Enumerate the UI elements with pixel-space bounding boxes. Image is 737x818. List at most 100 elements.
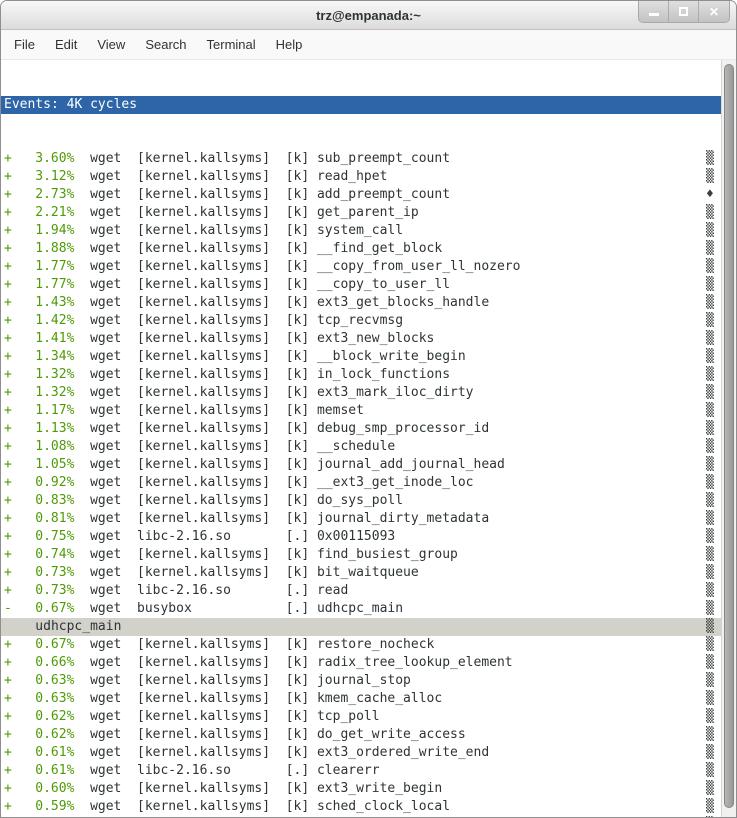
command-name: wget (90, 402, 121, 420)
expand-toggle: + (4, 690, 12, 708)
overhead-percent: 2.73% (12, 186, 75, 204)
perf-row[interactable]: +0.62%wget[kernel.kallsyms][k]tcp_poll▒ (1, 708, 721, 726)
perf-row[interactable]: +0.66%wget[kernel.kallsyms][k]radix_tree… (1, 654, 721, 672)
overhead-percent: 1.41% (12, 330, 75, 348)
menu-item-terminal[interactable]: Terminal (197, 32, 266, 57)
perf-row[interactable]: +1.32%wget[kernel.kallsyms][k]ext3_mark_… (1, 384, 721, 402)
tui-scroll-shade-icon: ▒ (706, 294, 714, 312)
perf-row[interactable]: +2.73%wget[kernel.kallsyms][k]add_preemp… (1, 186, 721, 204)
shared-object-name: [kernel.kallsyms] (137, 654, 270, 672)
perf-row[interactable]: -0.67%wgetbusybox[.]udhcpc_main▒ (1, 600, 721, 618)
symbol-type: [k] (286, 276, 309, 294)
perf-row[interactable]: +0.83%wget[kernel.kallsyms][k]do_sys_pol… (1, 492, 721, 510)
scrollbar-thumb[interactable] (724, 64, 734, 808)
perf-row[interactable]: +0.92%wget[kernel.kallsyms][k]__ext3_get… (1, 474, 721, 492)
expand-toggle: + (4, 312, 12, 330)
command-name: wget (90, 474, 121, 492)
perf-row[interactable]: +1.43%wget[kernel.kallsyms][k]ext3_get_b… (1, 294, 721, 312)
command-name: wget (90, 654, 121, 672)
expand-toggle: + (4, 366, 12, 384)
perf-row[interactable]: +2.21%wget[kernel.kallsyms][k]get_parent… (1, 204, 721, 222)
perf-row[interactable]: +0.73%wget[kernel.kallsyms][k]bit_waitqu… (1, 564, 721, 582)
symbol-name: sub_preempt_count (317, 150, 450, 168)
perf-row[interactable]: +3.12%wget[kernel.kallsyms][k]read_hpet▒ (1, 168, 721, 186)
overhead-percent: 1.13% (12, 420, 75, 438)
symbol-type: [k] (286, 708, 309, 726)
overhead-percent: 1.17% (12, 402, 75, 420)
perf-row[interactable]: +1.34%wget[kernel.kallsyms][k]__block_wr… (1, 348, 721, 366)
scrollbar-track[interactable] (721, 60, 736, 817)
perf-row[interactable]: +0.75%wgetlibc-2.16.so[.]0x00115093▒ (1, 528, 721, 546)
overhead-percent: 0.81% (12, 510, 75, 528)
symbol-name: journal_stop (317, 672, 411, 690)
command-name: wget (90, 726, 121, 744)
expand-toggle: + (4, 150, 12, 168)
perf-row[interactable]: +0.62%wget[kernel.kallsyms][k]do_get_wri… (1, 726, 721, 744)
tui-scroll-shade-icon: ▒ (706, 744, 714, 762)
window-title: trz@empanada:~ (316, 8, 421, 23)
perf-row[interactable]: +1.42%wget[kernel.kallsyms][k]tcp_recvms… (1, 312, 721, 330)
perf-row[interactable]: +0.60%wget[kernel.kallsyms][k]ext3_write… (1, 780, 721, 798)
perf-row[interactable]: +1.08%wget[kernel.kallsyms][k]__schedule… (1, 438, 721, 456)
shared-object-name: libc-2.16.so (137, 582, 270, 600)
shared-object-name: [kernel.kallsyms] (137, 312, 270, 330)
tui-scroll-shade-icon: ▒ (706, 456, 714, 474)
perf-row[interactable]: +0.59%wget[kernel.kallsyms][k]sched_cloc… (1, 798, 721, 816)
menu-item-edit[interactable]: Edit (45, 32, 87, 57)
shared-object-name: [kernel.kallsyms] (137, 708, 270, 726)
perf-events-header: Events: 4K cycles (1, 96, 721, 114)
menu-item-search[interactable]: Search (135, 32, 196, 57)
tui-scroll-shade-icon: ▒ (706, 474, 714, 492)
perf-row[interactable]: +1.17%wget[kernel.kallsyms][k]memset▒ (1, 402, 721, 420)
perf-row[interactable]: +0.74%wget[kernel.kallsyms][k]find_busie… (1, 546, 721, 564)
command-name: wget (90, 258, 121, 276)
title-bar[interactable]: trz@empanada:~ ✕ (1, 1, 736, 30)
perf-row[interactable]: +0.67%wget[kernel.kallsyms][k]restore_no… (1, 636, 721, 654)
expand-toggle: + (4, 654, 12, 672)
menu-item-view[interactable]: View (87, 32, 135, 57)
perf-tui: Events: 4K cycles +3.60%wget[kernel.kall… (1, 60, 721, 817)
expand-toggle: + (4, 708, 12, 726)
overhead-percent: 0.60% (12, 780, 75, 798)
menu-item-file[interactable]: File (4, 32, 45, 57)
tui-scroll-shade-icon: ▒ (706, 780, 714, 798)
menu-item-help[interactable]: Help (266, 32, 313, 57)
expand-toggle: + (4, 330, 12, 348)
maximize-button[interactable] (669, 1, 699, 22)
perf-row[interactable]: +1.32%wget[kernel.kallsyms][k]in_lock_fu… (1, 366, 721, 384)
tui-scroll-shade-icon: ▒ (706, 312, 714, 330)
minimize-button[interactable] (639, 1, 669, 22)
perf-row[interactable]: +1.94%wget[kernel.kallsyms][k]system_cal… (1, 222, 721, 240)
expand-toggle: + (4, 168, 12, 186)
symbol-type: [k] (286, 438, 309, 456)
perf-row[interactable]: +3.60%wget[kernel.kallsyms][k]sub_preemp… (1, 150, 721, 168)
perf-row[interactable]: +1.41%wget[kernel.kallsyms][k]ext3_new_b… (1, 330, 721, 348)
perf-row[interactable]: +0.61%wgetlibc-2.16.so[.]clearerr▒ (1, 762, 721, 780)
command-name: wget (90, 780, 121, 798)
symbol-name: radix_tree_lookup_element (317, 654, 513, 672)
overhead-percent: 0.62% (12, 726, 75, 744)
perf-row[interactable]: +1.88%wget[kernel.kallsyms][k]__find_get… (1, 240, 721, 258)
symbol-name: kmem_cache_alloc (317, 690, 442, 708)
shared-object-name: [kernel.kallsyms] (137, 330, 270, 348)
command-name: wget (90, 348, 121, 366)
perf-row-selected[interactable]: udhcpc_main▒ (1, 618, 721, 636)
symbol-name: __copy_to_user_ll (317, 276, 450, 294)
perf-row[interactable]: +0.63%wget[kernel.kallsyms][k]kmem_cache… (1, 690, 721, 708)
tui-scroll-shade-icon: ▒ (706, 582, 714, 600)
symbol-type: [k] (286, 690, 309, 708)
close-button[interactable]: ✕ (699, 1, 729, 22)
shared-object-name: [kernel.kallsyms] (137, 420, 270, 438)
perf-row[interactable]: +1.77%wget[kernel.kallsyms][k]__copy_to_… (1, 276, 721, 294)
perf-row[interactable]: +0.63%wget[kernel.kallsyms][k]journal_st… (1, 672, 721, 690)
perf-row[interactable]: +1.77%wget[kernel.kallsyms][k]__copy_fro… (1, 258, 721, 276)
symbol-type: [k] (286, 330, 309, 348)
perf-row[interactable]: +1.05%wget[kernel.kallsyms][k]journal_ad… (1, 456, 721, 474)
perf-row[interactable]: +0.81%wget[kernel.kallsyms][k]journal_di… (1, 510, 721, 528)
perf-row[interactable]: +1.13%wget[kernel.kallsyms][k]debug_smp_… (1, 420, 721, 438)
symbol-type: [k] (286, 744, 309, 762)
perf-row[interactable]: +0.73%wgetlibc-2.16.so[.]read▒ (1, 582, 721, 600)
symbol-type: [k] (286, 564, 309, 582)
perf-row[interactable]: +0.61%wget[kernel.kallsyms][k]ext3_order… (1, 744, 721, 762)
overhead-percent: 0.61% (12, 762, 75, 780)
